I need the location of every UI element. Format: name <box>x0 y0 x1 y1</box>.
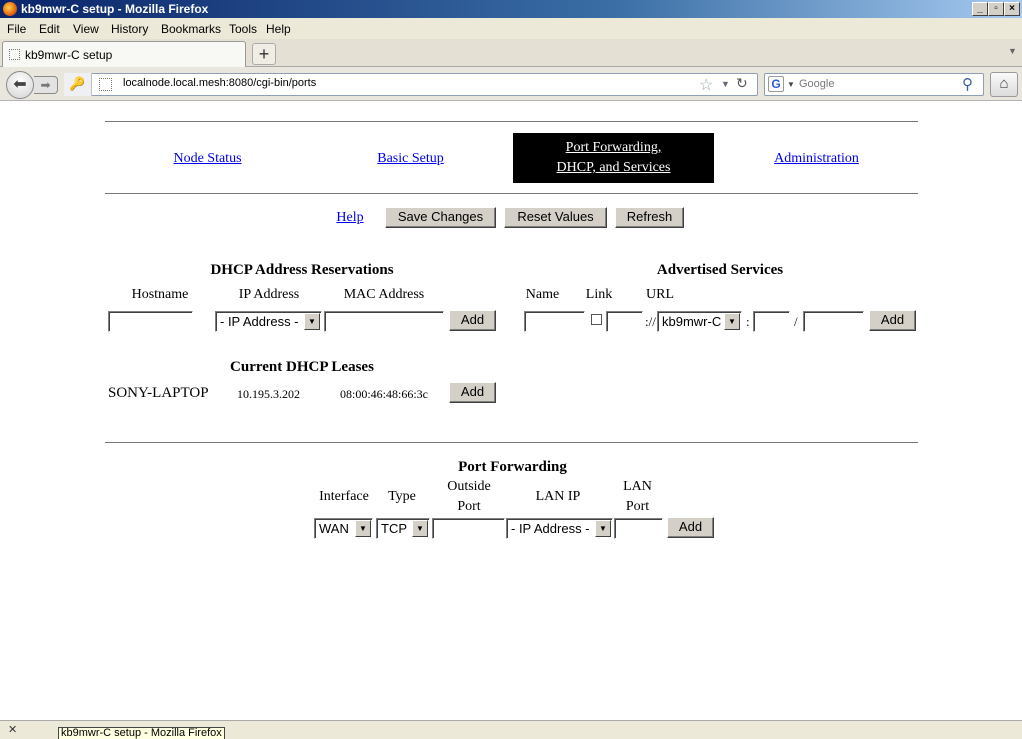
current-leases-title: Current DHCP Leases <box>230 359 374 375</box>
col-ip-address: IP Address <box>238 287 300 302</box>
col-outside-port-1: Outside <box>447 479 491 494</box>
col-mac-address: MAC Address <box>343 287 425 302</box>
outside-port-input[interactable] <box>432 518 505 539</box>
dhcp-ip-select[interactable]: - IP Address - ▼ <box>215 311 322 332</box>
col-type: Type <box>388 489 416 504</box>
scheme-separator: :// <box>645 314 656 329</box>
dhcp-mac-input[interactable] <box>324 311 444 332</box>
service-port-input[interactable] <box>753 311 790 332</box>
search-bar[interactable] <box>764 73 984 96</box>
col-outside-port-2: Port <box>457 499 481 514</box>
nav-port-forwarding-line1: Port Forwarding, <box>565 140 662 155</box>
divider <box>105 121 918 122</box>
nav-node-status[interactable]: Node Status <box>150 151 265 167</box>
forward-button[interactable]: ➡ <box>34 76 58 94</box>
dhcp-add-button[interactable]: Add <box>449 310 496 331</box>
col-url: URL <box>646 287 674 302</box>
chevron-down-icon: ▼ <box>355 520 371 537</box>
port-forward-add-button[interactable]: Add <box>667 517 714 538</box>
page-icon <box>9 49 20 60</box>
menu-bookmarks[interactable]: Bookmarks <box>161 22 221 36</box>
bookmark-star-icon[interactable]: ☆ <box>699 75 713 95</box>
col-link: Link <box>585 287 613 302</box>
back-button[interactable]: ⬅ <box>6 71 34 99</box>
service-host-select-value: kb9mwr-C <box>662 314 722 329</box>
menu-help[interactable]: Help <box>266 22 291 36</box>
maximize-button[interactable]: ▫ <box>988 2 1004 16</box>
col-lan-port-1: LAN <box>623 479 652 494</box>
menu-history[interactable]: History <box>111 22 148 36</box>
lease-add-button[interactable]: Add <box>449 382 496 403</box>
site-identity-icon[interactable]: 🔑 <box>64 73 92 96</box>
reload-icon[interactable]: ↻ <box>736 75 748 92</box>
reset-values-button[interactable]: Reset Values <box>504 207 607 228</box>
search-icon[interactable]: ⚲ <box>962 75 973 93</box>
help-link[interactable]: Help <box>332 210 368 226</box>
tab-label: kb9mwr-C setup <box>25 48 113 62</box>
home-button[interactable]: ⌂ <box>990 72 1018 97</box>
chevron-down-icon: ▼ <box>595 520 611 537</box>
dhcp-reservations-title: DHCP Address Reservations <box>210 262 394 278</box>
menu-bar: File Edit View History Bookmarks Tools H… <box>0 18 1022 39</box>
menu-tools[interactable]: Tools <box>229 22 257 36</box>
chevron-down-icon: ▼ <box>304 313 320 330</box>
type-select[interactable]: TCP ▼ <box>376 518 430 539</box>
type-select-value: TCP <box>381 521 407 536</box>
service-scheme-input[interactable] <box>606 311 643 332</box>
path-separator: / <box>794 314 798 329</box>
new-tab-button[interactable]: + <box>252 43 276 65</box>
window-title: kb9mwr-C setup - Mozilla Firefox <box>21 2 209 16</box>
google-engine-icon[interactable]: G <box>768 76 784 92</box>
title-bar: kb9mwr-C setup - Mozilla Firefox <box>0 0 1022 18</box>
url-dropdown-icon[interactable]: ▼ <box>721 79 730 89</box>
interface-select-value: WAN <box>319 521 349 536</box>
service-link-checkbox[interactable] <box>591 314 602 325</box>
menu-edit[interactable]: Edit <box>39 22 60 36</box>
port-forwarding-title: Port Forwarding <box>458 459 567 475</box>
col-hostname: Hostname <box>131 287 189 302</box>
url-text[interactable]: localnode.local.mesh:8080/cgi-bin/ports <box>123 77 316 89</box>
dhcp-ip-select-value: - IP Address - <box>220 314 299 329</box>
tab-current[interactable]: kb9mwr-C setup <box>2 41 246 67</box>
col-interface: Interface <box>319 489 369 504</box>
service-name-input[interactable] <box>524 311 585 332</box>
refresh-button[interactable]: Refresh <box>615 207 684 228</box>
search-placeholder[interactable]: Google <box>799 78 834 90</box>
port-separator: : <box>746 314 750 329</box>
dhcp-hostname-input[interactable] <box>108 311 193 332</box>
service-add-button[interactable]: Add <box>869 310 916 331</box>
lease-mac: 08:00:46:48:66:3c <box>340 387 428 401</box>
engine-dropdown-icon[interactable]: ▼ <box>787 80 795 89</box>
lan-port-input[interactable] <box>614 518 663 539</box>
nav-port-forwarding-selected[interactable]: Port Forwarding, DHCP, and Services <box>513 133 714 183</box>
chevron-down-icon: ▼ <box>724 313 740 330</box>
menu-file[interactable]: File <box>7 22 26 36</box>
nav-basic-setup[interactable]: Basic Setup <box>355 151 466 167</box>
lan-ip-select[interactable]: - IP Address - ▼ <box>506 518 613 539</box>
col-lan-port-2: Port <box>625 499 650 514</box>
tab-list-icon[interactable]: ▼ <box>1008 46 1017 56</box>
nav-administration[interactable]: Administration <box>756 151 877 167</box>
lan-ip-select-value: - IP Address - <box>511 521 590 536</box>
advertised-services-title: Advertised Services <box>656 262 784 278</box>
nav-port-forwarding-line2: DHCP, and Services <box>556 160 671 175</box>
service-host-select[interactable]: kb9mwr-C ▼ <box>657 311 742 332</box>
col-name: Name <box>525 287 560 302</box>
save-changes-button[interactable]: Save Changes <box>385 207 496 228</box>
page-favicon-icon <box>99 78 112 91</box>
interface-select[interactable]: WAN ▼ <box>314 518 373 539</box>
status-tooltip: kb9mwr-C setup - Mozilla Firefox <box>58 727 225 739</box>
close-button[interactable]: × <box>1004 2 1020 16</box>
close-icon[interactable]: ✕ <box>8 723 17 736</box>
menu-view[interactable]: View <box>73 22 99 36</box>
minimize-button[interactable]: _ <box>972 2 988 16</box>
firefox-icon <box>3 2 17 16</box>
col-lan-ip: LAN IP <box>535 489 581 504</box>
lease-ip: 10.195.3.202 <box>237 387 300 401</box>
divider <box>105 442 918 443</box>
divider <box>105 193 918 194</box>
lease-hostname: SONY-LAPTOP <box>108 385 209 401</box>
chevron-down-icon: ▼ <box>412 520 428 537</box>
service-path-input[interactable] <box>803 311 864 332</box>
